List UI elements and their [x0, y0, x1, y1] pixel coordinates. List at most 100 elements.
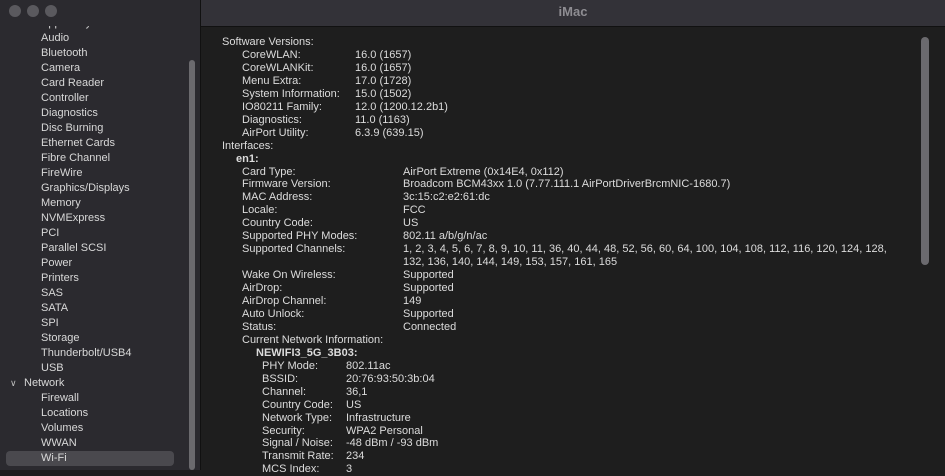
sidebar-item-pci[interactable]: PCI — [41, 226, 59, 240]
sidebar-item-parallel-scsi[interactable]: Parallel SCSI — [41, 241, 106, 255]
info-value: Broadcom BCM43xx 1.0 (7.77.111.1 AirPort… — [403, 178, 731, 191]
info-label: PHY Mode: — [262, 359, 319, 372]
info-label: Supported Channels: — [242, 243, 346, 256]
sidebar: Apple PayAudioBluetoothCameraCard Reader… — [0, 0, 201, 470]
minimize-window-button[interactable] — [27, 5, 39, 17]
sidebar-item-sas[interactable]: SAS — [41, 286, 63, 300]
info-label: Network Type: — [262, 411, 333, 424]
info-label: Diagnostics: — [242, 113, 302, 126]
sidebar-item-locations[interactable]: Locations — [41, 406, 88, 420]
chevron-down-icon[interactable]: ∨ — [10, 376, 24, 390]
info-label: MAC Address: — [242, 191, 313, 204]
info-value: 3c:15:c2:e2:61:dc — [403, 191, 490, 204]
sidebar-item-printers[interactable]: Printers — [41, 271, 79, 285]
sidebar-item-sata[interactable]: SATA — [41, 301, 68, 315]
sidebar-item-controller[interactable]: Controller — [41, 91, 89, 105]
sidebar-item-disc-burning[interactable]: Disc Burning — [41, 121, 103, 135]
info-value: 1, 2, 3, 4, 5, 6, 7, 8, 9, 10, 11, 36, 4… — [403, 243, 887, 256]
info-label: Country Code: — [262, 398, 333, 411]
info-label: Card Type: — [242, 165, 296, 178]
sidebar-titlebar — [0, 0, 200, 26]
sidebar-item-card-reader[interactable]: Card Reader — [41, 76, 104, 90]
info-value: Connected — [403, 320, 457, 333]
info-label: Security: — [262, 424, 305, 437]
info-label: AirPort Utility: — [242, 126, 309, 139]
sidebar-item-memory[interactable]: Memory — [41, 196, 81, 210]
info-label: Firmware Version: — [242, 178, 331, 191]
info-label: Signal / Noise: — [262, 437, 333, 450]
interface-name: en1: — [236, 152, 259, 165]
network-name: NEWIFI3_5G_3B03: — [256, 346, 358, 359]
info-value: 234 — [346, 450, 365, 463]
sidebar-item-camera[interactable]: Camera — [41, 61, 80, 75]
sidebar-item-diagnostics[interactable]: Diagnostics — [41, 106, 98, 120]
info-value: 11.0 (1163) — [355, 113, 410, 126]
info-label: IO80211 Family: — [242, 100, 322, 113]
info-value: 802.11ac — [346, 359, 391, 372]
info-value: Supported — [403, 307, 454, 320]
info-value: 132, 136, 140, 144, 149, 153, 157, 161, … — [403, 256, 618, 269]
zoom-window-button[interactable] — [45, 5, 57, 17]
sidebar-scroll-thumb[interactable] — [189, 60, 195, 470]
info-value: -48 dBm / -93 dBm — [346, 437, 439, 450]
info-label: BSSID: — [262, 372, 299, 385]
info-label: CoreWLAN: — [242, 49, 301, 61]
sidebar-item-firewall[interactable]: Firewall — [41, 391, 79, 405]
sidebar-item-thunderbolt-usb4[interactable]: Thunderbolt/USB4 — [41, 346, 132, 360]
info-label: Channel: — [262, 385, 307, 398]
info-label: Menu Extra: — [242, 74, 302, 87]
info-label: AirDrop: — [242, 282, 283, 294]
info-value: US — [403, 217, 419, 230]
info-label: Auto Unlock: — [242, 307, 305, 320]
info-value: 20:76:93:50:3b:04 — [346, 372, 435, 385]
sidebar-item-audio[interactable]: Audio — [41, 31, 69, 45]
info-label: System Information: — [242, 87, 340, 100]
info-value: 17.0 (1728) — [355, 74, 412, 87]
info-value: WPA2 Personal — [346, 424, 423, 437]
info-value: 15.0 (1502) — [355, 87, 412, 100]
sidebar-item-ethernet-cards[interactable]: Ethernet Cards — [41, 136, 115, 150]
sidebar-group-network[interactable]: ∨ Network — [10, 376, 64, 390]
info-value: Supported — [403, 282, 454, 294]
sidebar-item-wwan[interactable]: WWAN — [41, 436, 77, 450]
info-value: Supported — [403, 269, 454, 282]
sidebar-item-volumes[interactable]: Volumes — [41, 421, 83, 435]
sidebar-selection-highlight — [6, 451, 174, 466]
info-label: Country Code: — [242, 217, 313, 230]
sidebar-item-fibre-channel[interactable]: Fibre Channel — [41, 151, 110, 165]
info-label: Wake On Wireless: — [242, 269, 336, 282]
close-window-button[interactable] — [9, 5, 21, 17]
info-value: 12.0 (1200.12.2b1) — [355, 100, 448, 113]
section-heading: Current Network Information: — [242, 333, 384, 346]
sidebar-group-label: Network — [24, 377, 65, 389]
sidebar-item-bluetooth[interactable]: Bluetooth — [41, 46, 87, 60]
info-value: 36,1 — [346, 385, 368, 398]
sidebar-item-spi[interactable]: SPI — [41, 316, 59, 330]
info-value: AirPort Extreme (0x14E4, 0x112) — [403, 165, 564, 178]
sidebar-item-nvmexpress[interactable]: NVMExpress — [41, 211, 105, 225]
sidebar-item-power[interactable]: Power — [41, 256, 72, 270]
section-heading: Software Versions: — [222, 36, 314, 48]
sidebar-item-graphics-displays[interactable]: Graphics/Displays — [41, 181, 130, 195]
detail-scroll-thumb[interactable] — [921, 37, 929, 265]
info-value: 149 — [403, 295, 422, 307]
section-heading: Interfaces: — [222, 139, 274, 152]
info-label: Status: — [242, 320, 277, 333]
sidebar-item-storage[interactable]: Storage — [41, 331, 80, 345]
info-label: CoreWLANKit: — [242, 61, 314, 74]
info-label: AirDrop Channel: — [242, 295, 327, 307]
window-titlebar: iMac — [201, 0, 945, 27]
window-title: iMac — [558, 4, 588, 19]
info-value: FCC — [403, 204, 426, 217]
info-value: 6.3.9 (639.15) — [355, 126, 424, 139]
info-label: Locale: — [242, 204, 278, 217]
info-value: 16.0 (1657) — [355, 61, 412, 74]
info-value: US — [346, 398, 362, 411]
sidebar-item-firewire[interactable]: FireWire — [41, 166, 83, 180]
sidebar-item-wi-fi[interactable]: Wi-Fi — [41, 451, 67, 465]
sidebar-item-usb[interactable]: USB — [41, 361, 64, 375]
info-label: Supported PHY Modes: — [242, 230, 358, 243]
info-value: Infrastructure — [346, 411, 411, 424]
info-value: 802.11 a/b/g/n/ac — [403, 230, 488, 243]
info-label: Transmit Rate: — [262, 450, 334, 463]
